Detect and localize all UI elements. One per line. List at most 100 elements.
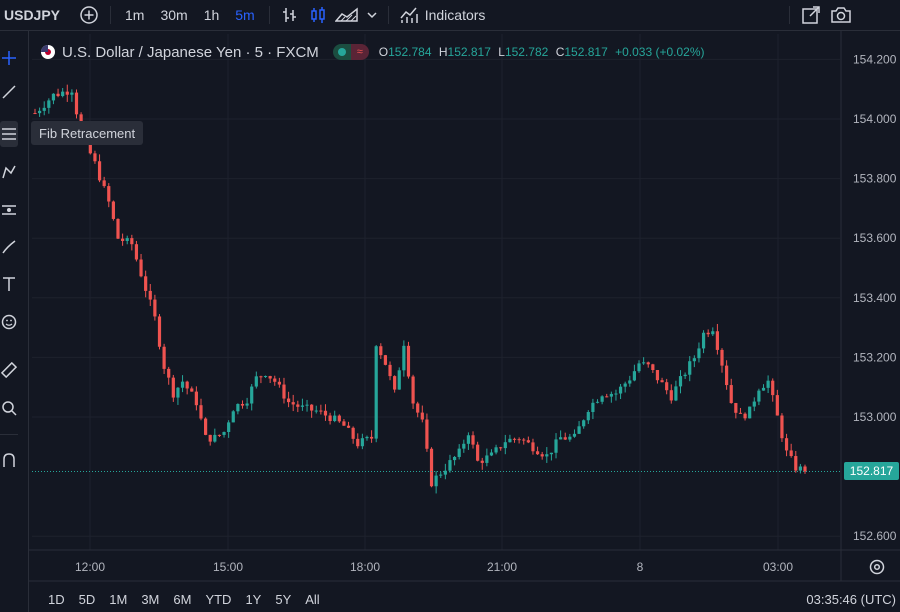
candle-body xyxy=(356,438,360,447)
chart-settings-button[interactable] xyxy=(868,558,886,576)
candle-body xyxy=(526,440,530,443)
candle-body xyxy=(651,364,655,371)
candle-body xyxy=(711,331,715,335)
candle-body xyxy=(701,332,706,349)
candle-body xyxy=(794,456,798,471)
candle-body xyxy=(715,331,719,350)
range-5d[interactable]: 5D xyxy=(72,592,103,607)
candle-body xyxy=(51,93,56,101)
candle-body xyxy=(33,113,37,115)
candle-body xyxy=(499,447,503,449)
candle-body xyxy=(282,384,286,399)
utc-clock[interactable]: 03:35:46 (UTC) xyxy=(806,592,896,607)
x-tick-label: 21:00 xyxy=(487,560,517,574)
candle-body xyxy=(568,436,572,440)
candle-body xyxy=(623,383,627,387)
candle-body xyxy=(434,475,438,487)
candle-body xyxy=(121,238,125,241)
range-all[interactable]: All xyxy=(298,592,326,607)
candle-body xyxy=(489,452,494,456)
range-5y[interactable]: 5Y xyxy=(268,592,298,607)
candle-body xyxy=(614,393,618,395)
candle-body xyxy=(42,107,46,111)
candle-body xyxy=(70,92,74,95)
candle-body xyxy=(452,456,457,461)
candle-body xyxy=(176,387,180,398)
candle-body xyxy=(397,370,401,390)
time-axis: 12:00 15:00 18:00 21:00 8 03:00 xyxy=(75,560,793,574)
x-tick-label: 18:00 xyxy=(350,560,380,574)
candle-body xyxy=(466,435,471,444)
candle-body xyxy=(503,442,507,449)
candle-body xyxy=(111,201,115,219)
y-tick-label: 153.800 xyxy=(853,172,897,186)
x-tick-label: 15:00 xyxy=(213,560,243,574)
range-1m[interactable]: 1M xyxy=(102,592,134,607)
candle-body xyxy=(706,332,710,335)
change-value: +0.033 (+0.02%) xyxy=(615,45,705,59)
range-3m[interactable]: 3M xyxy=(134,592,166,607)
candle-body xyxy=(582,420,586,427)
candle-body xyxy=(549,452,554,455)
price-chart[interactable]: 154.200 154.000 153.800 153.600 153.400 153.2… xyxy=(0,0,900,612)
range-6m[interactable]: 6M xyxy=(166,592,198,607)
candle-body xyxy=(535,451,540,455)
x-tick-label: 12:00 xyxy=(75,560,105,574)
y-tick-label: 154.000 xyxy=(853,112,897,126)
candle-body xyxy=(360,438,364,447)
candle-body xyxy=(180,381,185,388)
candle-body xyxy=(383,355,388,365)
y-tick-label: 154.200 xyxy=(853,52,897,66)
candle-body xyxy=(342,421,346,426)
candle-body xyxy=(586,412,590,421)
range-1d[interactable]: 1D xyxy=(41,592,72,607)
candle-body xyxy=(591,402,595,413)
candle-body xyxy=(725,365,729,386)
candle-body xyxy=(485,455,489,463)
candle-body xyxy=(512,438,517,440)
candle-body xyxy=(217,434,222,436)
candle-body xyxy=(494,447,498,453)
last-price-label: 152.817 xyxy=(844,462,899,480)
candle-body xyxy=(618,386,623,394)
candle-body xyxy=(771,380,775,396)
candle-body xyxy=(761,387,766,391)
candle-body xyxy=(559,437,563,440)
candle-body xyxy=(517,439,521,441)
candle-body xyxy=(351,427,355,439)
candle-body xyxy=(157,316,162,347)
candle-body xyxy=(632,371,637,381)
candle-body xyxy=(600,396,604,402)
y-tick-label: 153.000 xyxy=(853,410,897,424)
open-value: 152.784 xyxy=(388,45,432,59)
candle-body xyxy=(323,410,328,416)
candle-body xyxy=(655,370,660,381)
candle-body xyxy=(789,450,793,457)
symbol-title[interactable]: U.S. Dollar / Japanese Yen · 5 · FXCM xyxy=(62,44,319,61)
candle-body xyxy=(65,91,69,95)
candle-body xyxy=(134,244,139,260)
candle-body xyxy=(333,415,337,422)
candle-body xyxy=(540,454,544,457)
candle-body xyxy=(563,437,567,440)
candle-body xyxy=(798,466,802,471)
tool-tooltip: Fib Retracement xyxy=(31,121,144,145)
candle-body xyxy=(476,444,480,461)
candle-body xyxy=(642,362,646,364)
flag-icon xyxy=(41,45,55,59)
range-1y[interactable]: 1Y xyxy=(238,592,268,607)
candle-body xyxy=(766,380,770,388)
candle-body xyxy=(328,415,332,422)
candle-body xyxy=(609,393,613,397)
candle-body xyxy=(646,362,650,365)
candle-body xyxy=(697,348,701,359)
candle-body xyxy=(144,276,148,291)
market-status-toggle[interactable]: ≈ xyxy=(332,44,369,60)
candle-body xyxy=(605,396,609,398)
range-ytd[interactable]: YTD xyxy=(198,592,238,607)
candle-body xyxy=(406,345,411,377)
candle-body xyxy=(208,434,212,442)
candle-body xyxy=(720,349,724,366)
y-tick-label: 152.600 xyxy=(853,529,897,543)
candle-body xyxy=(38,110,42,114)
